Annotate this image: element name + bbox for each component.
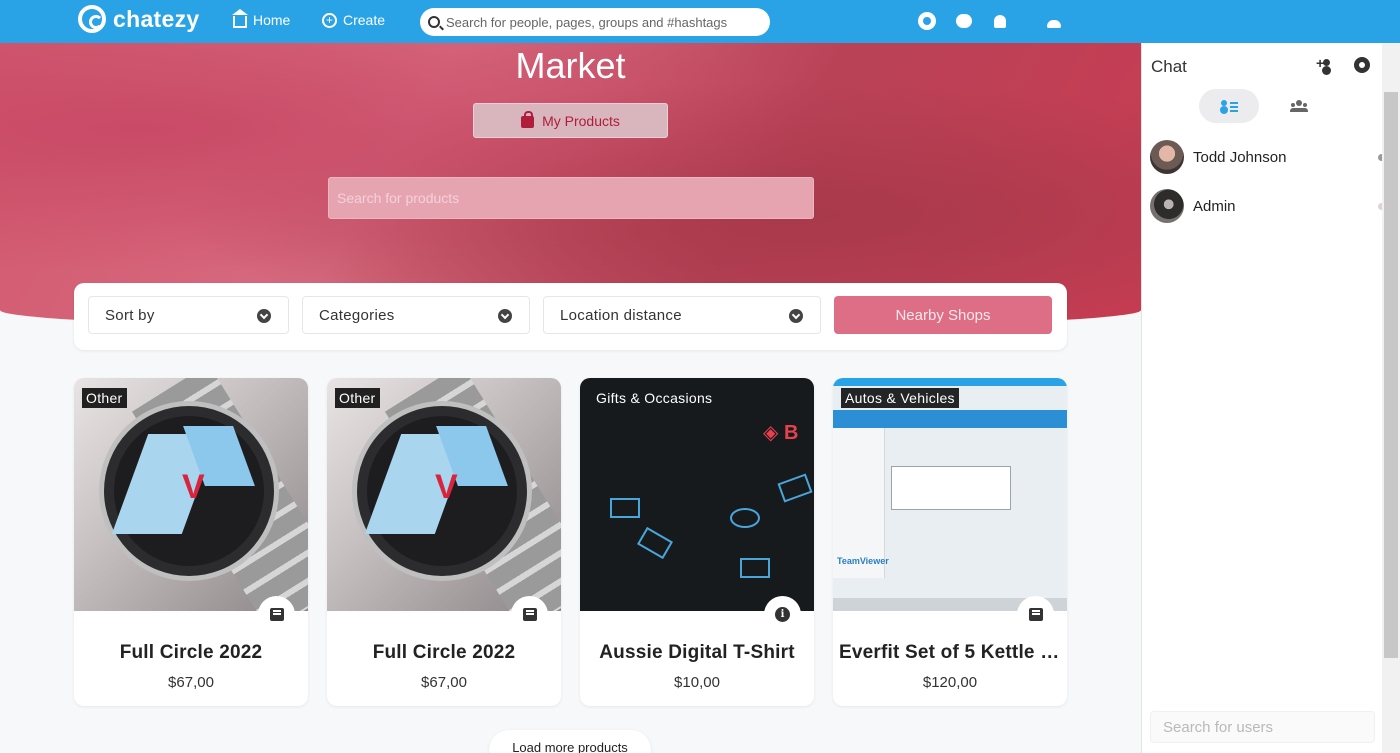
product-card[interactable]: TeamViewer Autos & Vehicles Everfit Set … [833,378,1067,706]
globe-icon[interactable] [918,12,936,30]
chat-user-item[interactable]: Admin [1150,188,1385,224]
user-icon[interactable] [1045,12,1063,30]
user-search-input[interactable] [1150,711,1375,743]
product-price: $10,00 [674,674,720,691]
location-distance-label: Location distance [560,306,682,324]
chat-icon [1028,608,1043,621]
product-title[interactable]: Full Circle 2022 [333,642,555,664]
chat-sidebar: Chat Todd Johnson Admin [1141,43,1400,753]
product-image[interactable]: TeamViewer Autos & Vehicles [833,378,1067,611]
avatar [1150,189,1184,223]
nearby-shops-button[interactable]: Nearby Shops [834,296,1052,334]
chat-user-name: Todd Johnson [1193,148,1287,166]
logo-icon [78,5,106,33]
my-products-button[interactable]: My Products [473,103,668,138]
chevron-down-icon [498,309,512,323]
category-badge: Autos & Vehicles [841,388,959,408]
message-seller-button[interactable] [1017,596,1054,633]
my-products-label: My Products [542,112,620,129]
chat-tabs [1199,89,1339,123]
chat-bubble-icon[interactable] [955,12,973,30]
plus-icon: + [322,12,337,28]
avatar [1150,140,1184,174]
home-icon [232,9,248,28]
chat-user-item[interactable]: Todd Johnson [1150,139,1385,175]
gear-icon[interactable] [1354,57,1370,73]
product-search-input[interactable] [328,177,814,219]
product-title[interactable]: Everfit Set of 5 Kettle Bell [839,642,1061,664]
product-title[interactable]: Full Circle 2022 [80,642,302,664]
chat-icon [269,608,284,621]
nav-create-label: Create [343,12,386,28]
product-title[interactable]: Aussie Digital T-Shirt [586,642,808,664]
page-title: Market [515,45,626,86]
sort-by-select[interactable]: Sort by [88,296,289,334]
categories-label: Categories [319,306,395,324]
nav-create-link[interactable]: + Create [322,12,385,28]
add-user-icon[interactable] [1316,55,1337,73]
chevron-down-icon [257,309,271,323]
global-search-input[interactable] [446,14,766,30]
category-badge: Gifts & Occasions [596,390,713,406]
product-price: $67,00 [168,674,214,691]
global-search [420,8,770,36]
product-image[interactable]: V Other [74,378,308,611]
tab-users[interactable] [1199,89,1259,123]
info-icon: i [775,607,790,622]
product-price: $120,00 [922,674,978,691]
user-list-icon [1221,100,1238,112]
chatezy-logo[interactable]: chatezy [78,5,199,33]
product-info-button[interactable]: i [764,596,801,633]
product-card[interactable]: V Other Full Circle 2022 $67,00 [327,378,561,706]
logo-text: chatezy [113,5,200,32]
scrollbar-thumb[interactable] [1384,92,1398,658]
search-icon [428,16,440,28]
category-badge: Other [335,388,380,408]
sort-by-label: Sort by [105,306,155,324]
product-price: $67,00 [421,674,467,691]
load-more-button[interactable]: Load more products [489,730,651,753]
product-card[interactable]: ◈ B Gifts & Occasions i Aussie Digital T… [580,378,814,706]
nav-home-link[interactable]: Home [232,9,291,28]
location-distance-select[interactable]: Location distance [543,296,821,334]
shopping-bag-icon [521,110,535,128]
categories-select[interactable]: Categories [302,296,530,334]
message-seller-button[interactable] [258,596,295,633]
product-image[interactable]: ◈ B Gifts & Occasions [580,378,814,611]
tab-groups[interactable] [1269,89,1329,123]
product-image[interactable]: V Other [327,378,561,611]
filter-bar: Sort by Categories Location distance Nea… [74,283,1067,350]
group-icon [1290,100,1308,112]
nav-home-label: Home [253,12,291,28]
category-badge: Other [82,388,127,408]
chat-icon [522,608,537,621]
bell-icon[interactable] [991,12,1009,30]
top-navbar: chatezy Home + Create [0,0,1400,43]
chat-title: Chat [1151,57,1187,76]
chat-user-name: Admin [1193,197,1236,215]
message-seller-button[interactable] [511,596,548,633]
chevron-down-icon [789,309,803,323]
product-card[interactable]: V Other Full Circle 2022 $67,00 [74,378,308,706]
